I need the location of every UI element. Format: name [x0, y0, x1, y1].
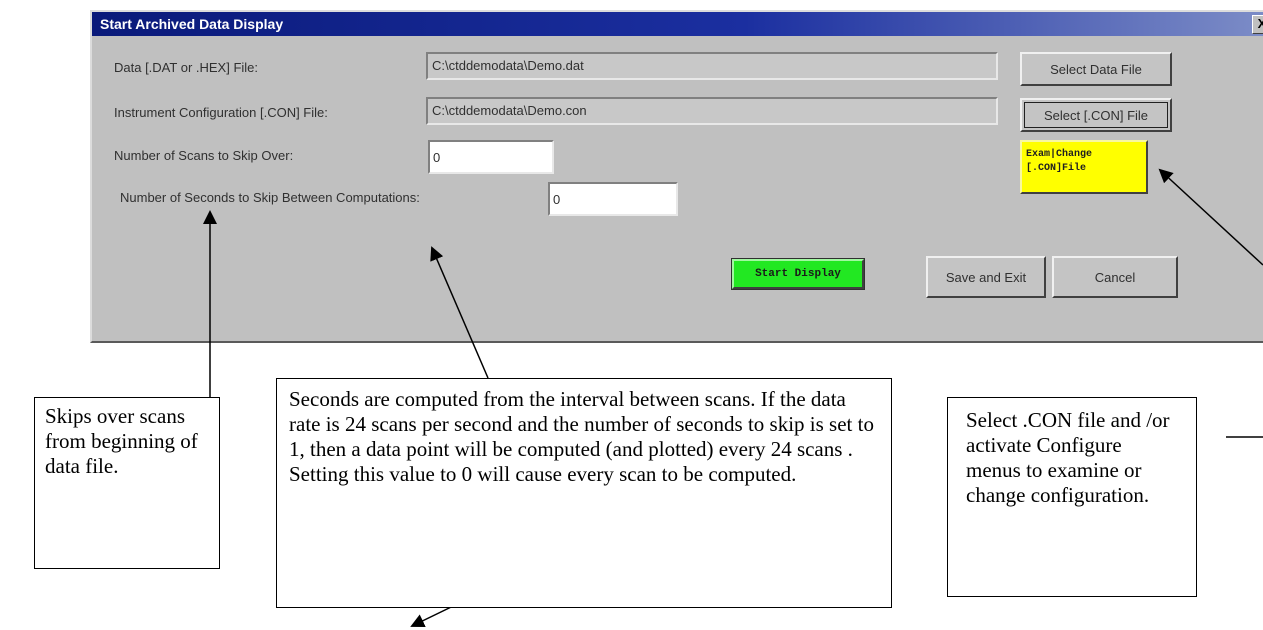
- scans-callout: Skips over scans from beginning of data …: [34, 397, 220, 569]
- con-callout: Select .CON file and /or activate Config…: [947, 397, 1197, 597]
- con-arrow: [1158, 168, 1263, 266]
- seconds-callout: Seconds are computed from the interval b…: [276, 378, 892, 608]
- seconds-arrow: [430, 246, 489, 379]
